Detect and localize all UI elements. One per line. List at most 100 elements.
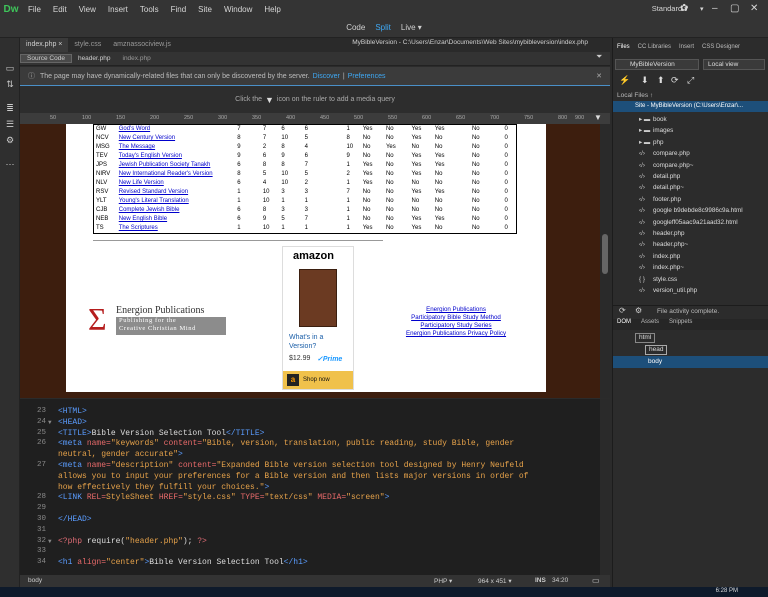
related-index-php[interactable]: index.php bbox=[117, 55, 157, 62]
code-line[interactable]: <LINK REL=StyleSheet HREF="style.css" TY… bbox=[58, 493, 389, 502]
menu-file[interactable]: File bbox=[22, 5, 47, 14]
preview-icon[interactable]: ▭ bbox=[592, 576, 600, 585]
dom-head-node[interactable]: head bbox=[645, 345, 668, 355]
settings-icon[interactable]: ⚙ bbox=[4, 134, 16, 146]
indent-icon[interactable]: ☰ bbox=[4, 118, 16, 130]
split-view-button[interactable]: Split bbox=[375, 23, 391, 32]
code-line[interactable]: <meta name="description" content="Expand… bbox=[58, 461, 524, 470]
file-item[interactable]: ‹/› header.php bbox=[639, 230, 685, 237]
file-item[interactable]: ‹/› compare.php~ bbox=[639, 162, 693, 169]
version-name-link[interactable]: Jewish Publication Society Tanakh bbox=[117, 161, 236, 170]
menu-insert[interactable]: Insert bbox=[102, 5, 134, 14]
file-item[interactable]: ‹/› detail.php~ bbox=[639, 184, 684, 191]
sort-icon[interactable]: ⇅ bbox=[4, 78, 16, 90]
version-name-link[interactable]: New English Bible bbox=[117, 215, 236, 224]
file-item[interactable]: ▸ ▬ book bbox=[639, 116, 667, 123]
get-files-icon[interactable]: ⬇ bbox=[641, 75, 649, 86]
menu-tools[interactable]: Tools bbox=[134, 5, 165, 14]
local-files-header[interactable]: Local Files ↑ bbox=[617, 92, 653, 99]
menu-find[interactable]: Find bbox=[165, 5, 193, 14]
link-privacy-policy[interactable]: Energion Publications Privacy Policy bbox=[396, 330, 516, 338]
tab-amzn-js[interactable]: amznassociview.js bbox=[107, 38, 177, 52]
link-study-series[interactable]: Participatory Study Series bbox=[396, 322, 516, 330]
site-root-row[interactable]: Site - MyBibleVersion (C:\Users\Enzar\..… bbox=[613, 101, 768, 112]
code-line[interactable]: <?php require("header.php"); ?> bbox=[58, 537, 207, 546]
menu-window[interactable]: Window bbox=[218, 5, 258, 14]
info-close-icon[interactable]: ✕ bbox=[596, 72, 602, 80]
code-line[interactable]: neutral, gender accurate"> bbox=[58, 450, 183, 459]
refresh-status-icon[interactable]: ⟳ bbox=[619, 306, 626, 315]
file-icon[interactable]: ▭ bbox=[4, 62, 16, 74]
fold-toggle-icon[interactable]: ▼ bbox=[48, 538, 52, 545]
fold-toggle-icon[interactable]: ▼ bbox=[48, 419, 52, 426]
version-name-link[interactable]: The Scriptures bbox=[117, 224, 236, 234]
file-item[interactable]: ‹/› index.php bbox=[639, 253, 680, 260]
code-line[interactable]: </HEAD> bbox=[58, 515, 92, 524]
code-line[interactable]: <meta name="keywords" content="Bible, ve… bbox=[58, 439, 514, 448]
minimize-icon[interactable]: – bbox=[712, 3, 718, 14]
link-bible-study-method[interactable]: Participatory Bible Study Method bbox=[396, 314, 516, 322]
file-item[interactable]: ‹/› header.php~ bbox=[639, 241, 688, 248]
dropdown-icon[interactable]: ▾ bbox=[700, 5, 704, 13]
dom-html-node[interactable]: html bbox=[635, 333, 656, 343]
version-name-link[interactable]: God's Word bbox=[117, 125, 236, 135]
tab-style-css[interactable]: style.css bbox=[68, 38, 107, 52]
more-icon[interactable]: ⋯ bbox=[4, 158, 16, 170]
filter-icon[interactable]: ⏷ bbox=[596, 52, 602, 62]
menu-site[interactable]: Site bbox=[192, 5, 218, 14]
put-files-icon[interactable]: ⬆ bbox=[657, 75, 665, 86]
version-name-link[interactable]: Young's Literal Translation bbox=[117, 197, 236, 206]
ruler-handle-icon[interactable]: ▼ bbox=[594, 113, 602, 122]
tab-assets[interactable]: Assets bbox=[641, 319, 659, 330]
code-line[interactable]: <TITLE>Bible Version Selection Tool</TIT… bbox=[58, 429, 264, 438]
version-name-link[interactable]: Revised Standard Version bbox=[117, 188, 236, 197]
tab-insert[interactable]: Insert bbox=[679, 44, 694, 56]
code-scrollbar[interactable] bbox=[600, 399, 610, 575]
related-source-code[interactable]: Source Code bbox=[20, 54, 72, 63]
code-line[interactable]: how effectively they fulfill your choice… bbox=[58, 483, 269, 492]
file-item[interactable]: ‹/› index.php~ bbox=[639, 264, 684, 271]
file-item[interactable]: ‹/› compare.php bbox=[639, 150, 690, 157]
code-view-button[interactable]: Code bbox=[346, 23, 365, 32]
code-line[interactable]: <h1 align="center">Bible Version Selecti… bbox=[58, 558, 308, 567]
expand-icon[interactable]: ⤢ bbox=[687, 75, 694, 86]
sync-settings-icon[interactable]: ✿ bbox=[680, 3, 688, 14]
tab-cc-libraries[interactable]: CC Libraries bbox=[638, 44, 671, 56]
language-select[interactable]: PHP ▾ bbox=[434, 577, 452, 585]
version-name-link[interactable]: New Century Version bbox=[117, 134, 236, 143]
dom-body-node[interactable]: body bbox=[645, 358, 665, 366]
window-size-select[interactable]: 964 x 451 ▾ bbox=[478, 577, 512, 585]
tag-selector-body[interactable]: body bbox=[28, 577, 42, 584]
file-item[interactable]: ‹/› googleff05aac9a21aad32.html bbox=[639, 219, 738, 226]
tab-index-php[interactable]: index.php × bbox=[20, 38, 69, 52]
maximize-icon[interactable]: ▢ bbox=[730, 3, 739, 14]
amazon-ad[interactable]: amazon What's in a Version? $12.99 ✓Prim… bbox=[282, 246, 354, 390]
code-view[interactable]: 23 <HTML> 24 ▼ <HEAD> 25 <TITLE>Bible Version … bbox=[20, 399, 610, 575]
ruler[interactable]: 50 100 150 200 250 300 350 400 450 500 5… bbox=[20, 113, 610, 124]
file-item[interactable]: ‹/› google b9debde8c9986c9a.html bbox=[639, 207, 743, 214]
media-query-bar[interactable]: Click the ▼ icon on the ruler to add a m… bbox=[20, 85, 610, 113]
menu-edit[interactable]: Edit bbox=[47, 5, 73, 14]
code-line[interactable]: <HTML> bbox=[58, 407, 87, 416]
connect-icon[interactable]: ⚡ bbox=[619, 75, 630, 86]
version-name-link[interactable]: Complete Jewish Bible bbox=[117, 206, 236, 215]
file-item[interactable]: ‹/› version_util.php bbox=[639, 287, 697, 294]
view-select[interactable]: Local view bbox=[703, 59, 765, 70]
related-header-php[interactable]: header.php bbox=[72, 55, 117, 62]
version-name-link[interactable]: New International Reader's Version bbox=[117, 170, 236, 179]
version-name-link[interactable]: Today's English Version bbox=[117, 152, 236, 161]
menu-help[interactable]: Help bbox=[258, 5, 286, 14]
file-item[interactable]: ▸ ▬ images bbox=[639, 127, 673, 134]
refresh-icon[interactable]: ⟳ bbox=[671, 75, 679, 86]
design-scrollbar[interactable] bbox=[600, 124, 610, 398]
file-item[interactable]: ▸ ▬ php bbox=[639, 139, 664, 146]
version-name-link[interactable]: New Life Version bbox=[117, 179, 236, 188]
preferences-link[interactable]: Preferences bbox=[348, 73, 386, 80]
site-select[interactable]: MyBibleVersion bbox=[615, 59, 699, 70]
code-line[interactable]: <HEAD> bbox=[58, 418, 87, 427]
menu-view[interactable]: View bbox=[73, 5, 102, 14]
tab-files[interactable]: Files bbox=[617, 44, 630, 56]
file-item[interactable]: { } style.css bbox=[639, 276, 677, 283]
energion-logo[interactable]: Σ Energion Publications Publishing for t… bbox=[86, 302, 228, 336]
amazon-book-title[interactable]: What's in a Version? bbox=[289, 333, 349, 351]
